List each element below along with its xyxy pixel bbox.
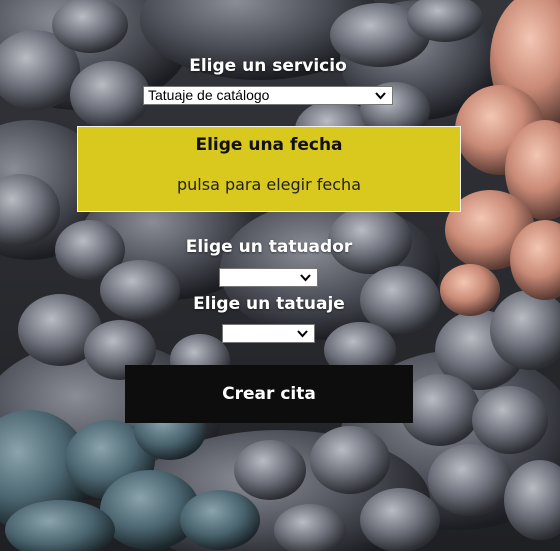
artist-heading: Elige un tatuador: [185, 237, 353, 257]
booking-page: Elige un servicio Tatuaje de catálogo El…: [0, 0, 560, 551]
tattoo-heading: Elige un tatuaje: [193, 294, 345, 314]
create-appointment-button[interactable]: Crear cita: [125, 365, 413, 423]
date-prompt: pulsa para elegir fecha: [176, 175, 361, 194]
chevron-down-icon: [300, 274, 311, 282]
tattoo-select[interactable]: [222, 324, 315, 343]
service-select-value: Tatuaje de catálogo: [148, 87, 270, 103]
date-heading: Elige una fecha: [195, 135, 343, 155]
chevron-down-icon: [297, 330, 308, 338]
date-picker-button[interactable]: Elige una fecha pulsa para elegir fecha: [77, 126, 461, 212]
service-select[interactable]: Tatuaje de catálogo: [143, 86, 393, 105]
chevron-down-icon: [375, 92, 386, 100]
artist-select[interactable]: [219, 268, 318, 287]
service-heading: Elige un servicio: [189, 56, 347, 76]
